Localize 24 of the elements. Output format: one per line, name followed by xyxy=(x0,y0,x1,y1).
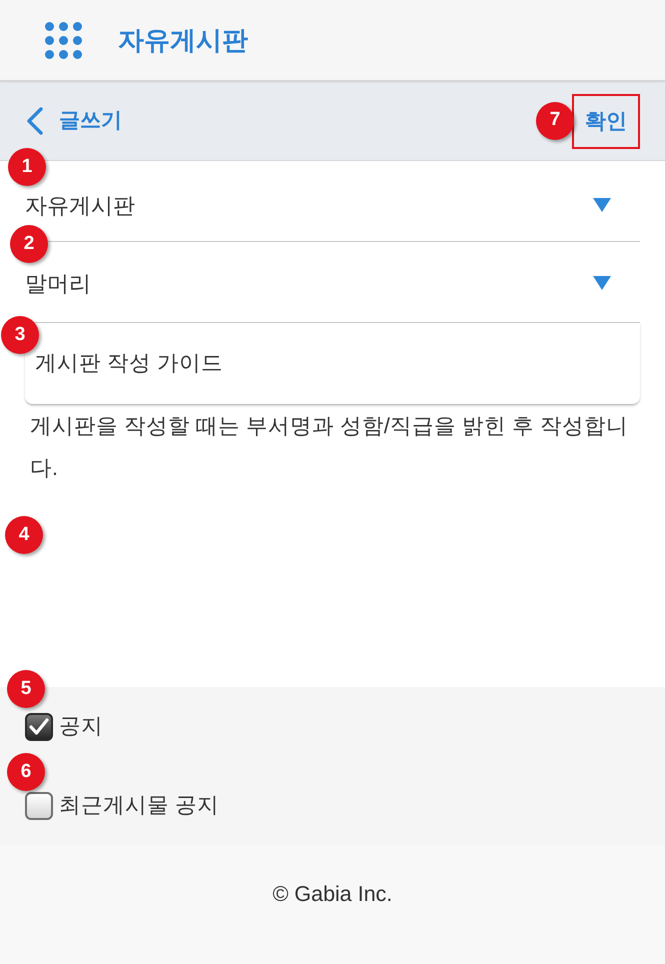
dropdown-caret-icon xyxy=(593,198,611,212)
callout-badge: 2 xyxy=(10,225,48,263)
back-chevron-icon xyxy=(25,106,44,134)
callout-badge: 5 xyxy=(7,670,45,708)
checkbox-label: 공지 xyxy=(59,713,103,740)
copyright-text: © Gabia Inc. xyxy=(272,881,392,908)
header-title: 자유게시판 xyxy=(118,24,248,56)
select-field[interactable]: 말머리 xyxy=(25,265,640,301)
checkmark-icon xyxy=(29,718,49,736)
callout-badge: 4 xyxy=(5,516,43,554)
select-value: 자유게시판 xyxy=(25,192,135,220)
dropdown-caret-icon xyxy=(593,276,611,290)
callout-badge: 3 xyxy=(1,316,39,354)
callout-badge: 1 xyxy=(8,148,46,186)
callout-badge: 6 xyxy=(7,753,45,791)
checkbox-label: 최근게시물 공지 xyxy=(59,792,219,820)
select-field[interactable]: 자유게시판 xyxy=(25,187,640,223)
checkbox[interactable] xyxy=(25,712,53,740)
title-input[interactable]: 게시판 작성 가이드 xyxy=(25,323,640,405)
checkbox[interactable] xyxy=(25,792,53,820)
guide-text: 게시판을 작성할 때는 부서명과 성함/직급을 밝힌 후 작성합니다. xyxy=(29,413,629,482)
callout-badge: 7 xyxy=(536,102,574,140)
grid-menu-icon[interactable] xyxy=(45,22,82,58)
select-value: 말머리 xyxy=(25,270,91,298)
